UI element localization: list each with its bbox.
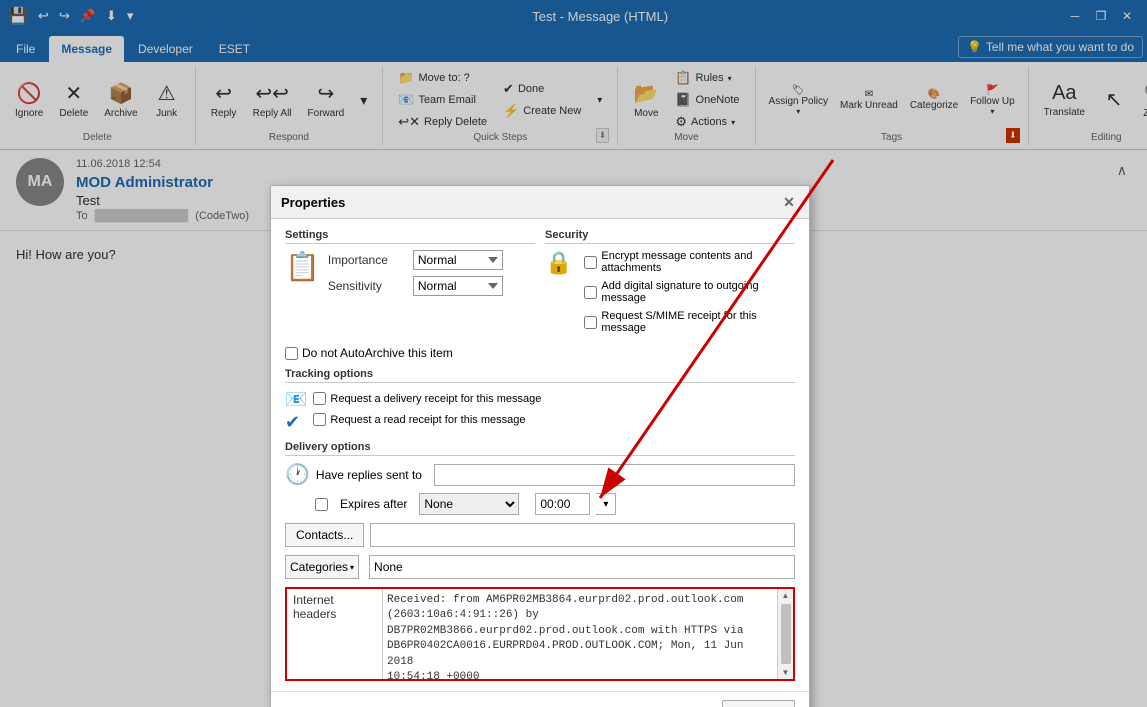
smime-label: Request S/MIME receipt for this message: [601, 310, 795, 334]
have-replies-row: 🕐 Have replies sent to: [285, 462, 795, 487]
encrypt-checkbox[interactable]: [584, 256, 597, 269]
headers-row: Internet headers Received: from AM6PR02M…: [287, 589, 793, 679]
tracking-section: Tracking options 📧 ✔ Request a delivery …: [285, 368, 795, 433]
dialog-body: Settings 📋 Importance Normal Sensitivity: [271, 219, 809, 691]
time-input[interactable]: [535, 493, 590, 515]
categories-label: Categories: [290, 560, 348, 574]
headers-textarea[interactable]: Received: from AM6PR02MB3864.eurprd02.pr…: [382, 589, 777, 679]
dialog-footer: Close: [271, 691, 809, 707]
headers-scrollbar: ▲ ▼: [777, 589, 793, 679]
tracking-icons: 📧 ✔: [285, 389, 307, 433]
categories-input[interactable]: [369, 555, 795, 579]
close-dialog-button[interactable]: Close: [722, 700, 795, 707]
delivery-header: Delivery options: [285, 441, 795, 456]
delivery-receipt-row: Request a delivery receipt for this mess…: [313, 392, 795, 405]
check-envelope-icon: ✔: [285, 412, 307, 433]
importance-row: Importance Normal: [328, 250, 503, 270]
smime-row: Request S/MIME receipt for this message: [584, 310, 795, 334]
security-header: Security: [545, 229, 795, 244]
read-receipt-row: Request a read receipt for this message: [313, 413, 795, 426]
time-arrow-button[interactable]: ▾: [596, 493, 616, 515]
settings-fields: Importance Normal Sensitivity Normal: [328, 250, 503, 302]
contacts-input[interactable]: [370, 523, 795, 547]
categories-dropdown-button[interactable]: Categories ▾: [285, 555, 359, 579]
contacts-button[interactable]: Contacts...: [285, 523, 364, 547]
dialog-close-button[interactable]: ✕: [779, 192, 799, 212]
delivery-receipt-checkbox[interactable]: [313, 392, 326, 405]
auto-archive-label: Do not AutoArchive this item: [302, 346, 453, 360]
encrypt-row: Encrypt message contents and attachments: [584, 250, 795, 274]
dialog-title-text: Properties: [281, 195, 345, 210]
tracking-checks: Request a delivery receipt for this mess…: [313, 392, 795, 430]
digital-sig-label: Add digital signature to outgoing messag…: [601, 280, 795, 304]
importance-label: Importance: [328, 253, 413, 267]
categories-arrow-icon: ▾: [350, 563, 354, 572]
sensitivity-row: Sensitivity Normal: [328, 276, 503, 296]
have-replies-input[interactable]: [434, 464, 795, 486]
sensitivity-select[interactable]: Normal: [413, 276, 503, 296]
security-checks: Encrypt message contents and attachments…: [584, 250, 795, 338]
contacts-categories-row: Contacts...: [285, 523, 795, 547]
importance-select[interactable]: Normal: [413, 250, 503, 270]
scroll-thumb[interactable]: [781, 604, 791, 664]
auto-archive-checkbox[interactable]: [285, 347, 298, 360]
encrypt-label: Encrypt message contents and attachments: [601, 250, 795, 274]
envelope-icon: 📧: [285, 389, 307, 410]
delivery-section: Delivery options 🕐 Have replies sent to …: [285, 441, 795, 515]
auto-archive-row: Do not AutoArchive this item: [285, 346, 795, 360]
tracking-row: 📧 ✔ Request a delivery receipt for this …: [285, 389, 795, 433]
digital-sig-checkbox[interactable]: [584, 286, 597, 299]
settings-section: Settings 📋 Importance Normal Sensitivity: [285, 229, 535, 338]
lock-icon: 🔒: [545, 250, 572, 276]
delivery-icon: 🕐: [285, 462, 310, 487]
expires-select[interactable]: None: [419, 493, 519, 515]
expires-checkbox[interactable]: [315, 498, 328, 511]
tracking-header: Tracking options: [285, 368, 795, 383]
smime-checkbox[interactable]: [584, 316, 597, 329]
security-section: Security 🔒 Encrypt message contents and …: [545, 229, 795, 338]
contacts-input-area: [370, 523, 795, 547]
categories-row: Categories ▾: [285, 555, 795, 579]
expires-row: Expires after None ▾: [285, 493, 795, 515]
dialog-title-bar: Properties ✕: [271, 186, 809, 219]
sensitivity-label: Sensitivity: [328, 279, 413, 293]
have-replies-label: Have replies sent to: [316, 468, 422, 482]
read-receipt-checkbox[interactable]: [313, 413, 326, 426]
settings-security-row: Settings 📋 Importance Normal Sensitivity: [285, 229, 795, 338]
settings-icon: 📋: [285, 250, 320, 283]
headers-label: Internet headers: [287, 589, 382, 679]
read-receipt-label: Request a read receipt for this message: [330, 414, 525, 426]
delivery-receipt-label: Request a delivery receipt for this mess…: [330, 393, 541, 405]
scroll-up-button[interactable]: ▲: [780, 589, 792, 602]
settings-header: Settings: [285, 229, 535, 244]
expires-label: Expires after: [340, 497, 407, 511]
properties-dialog: Properties ✕ Settings 📋 Importance Norma…: [270, 185, 810, 707]
internet-headers-section: Internet headers Received: from AM6PR02M…: [285, 587, 795, 681]
scroll-down-button[interactable]: ▼: [780, 666, 792, 679]
digital-sig-row: Add digital signature to outgoing messag…: [584, 280, 795, 304]
